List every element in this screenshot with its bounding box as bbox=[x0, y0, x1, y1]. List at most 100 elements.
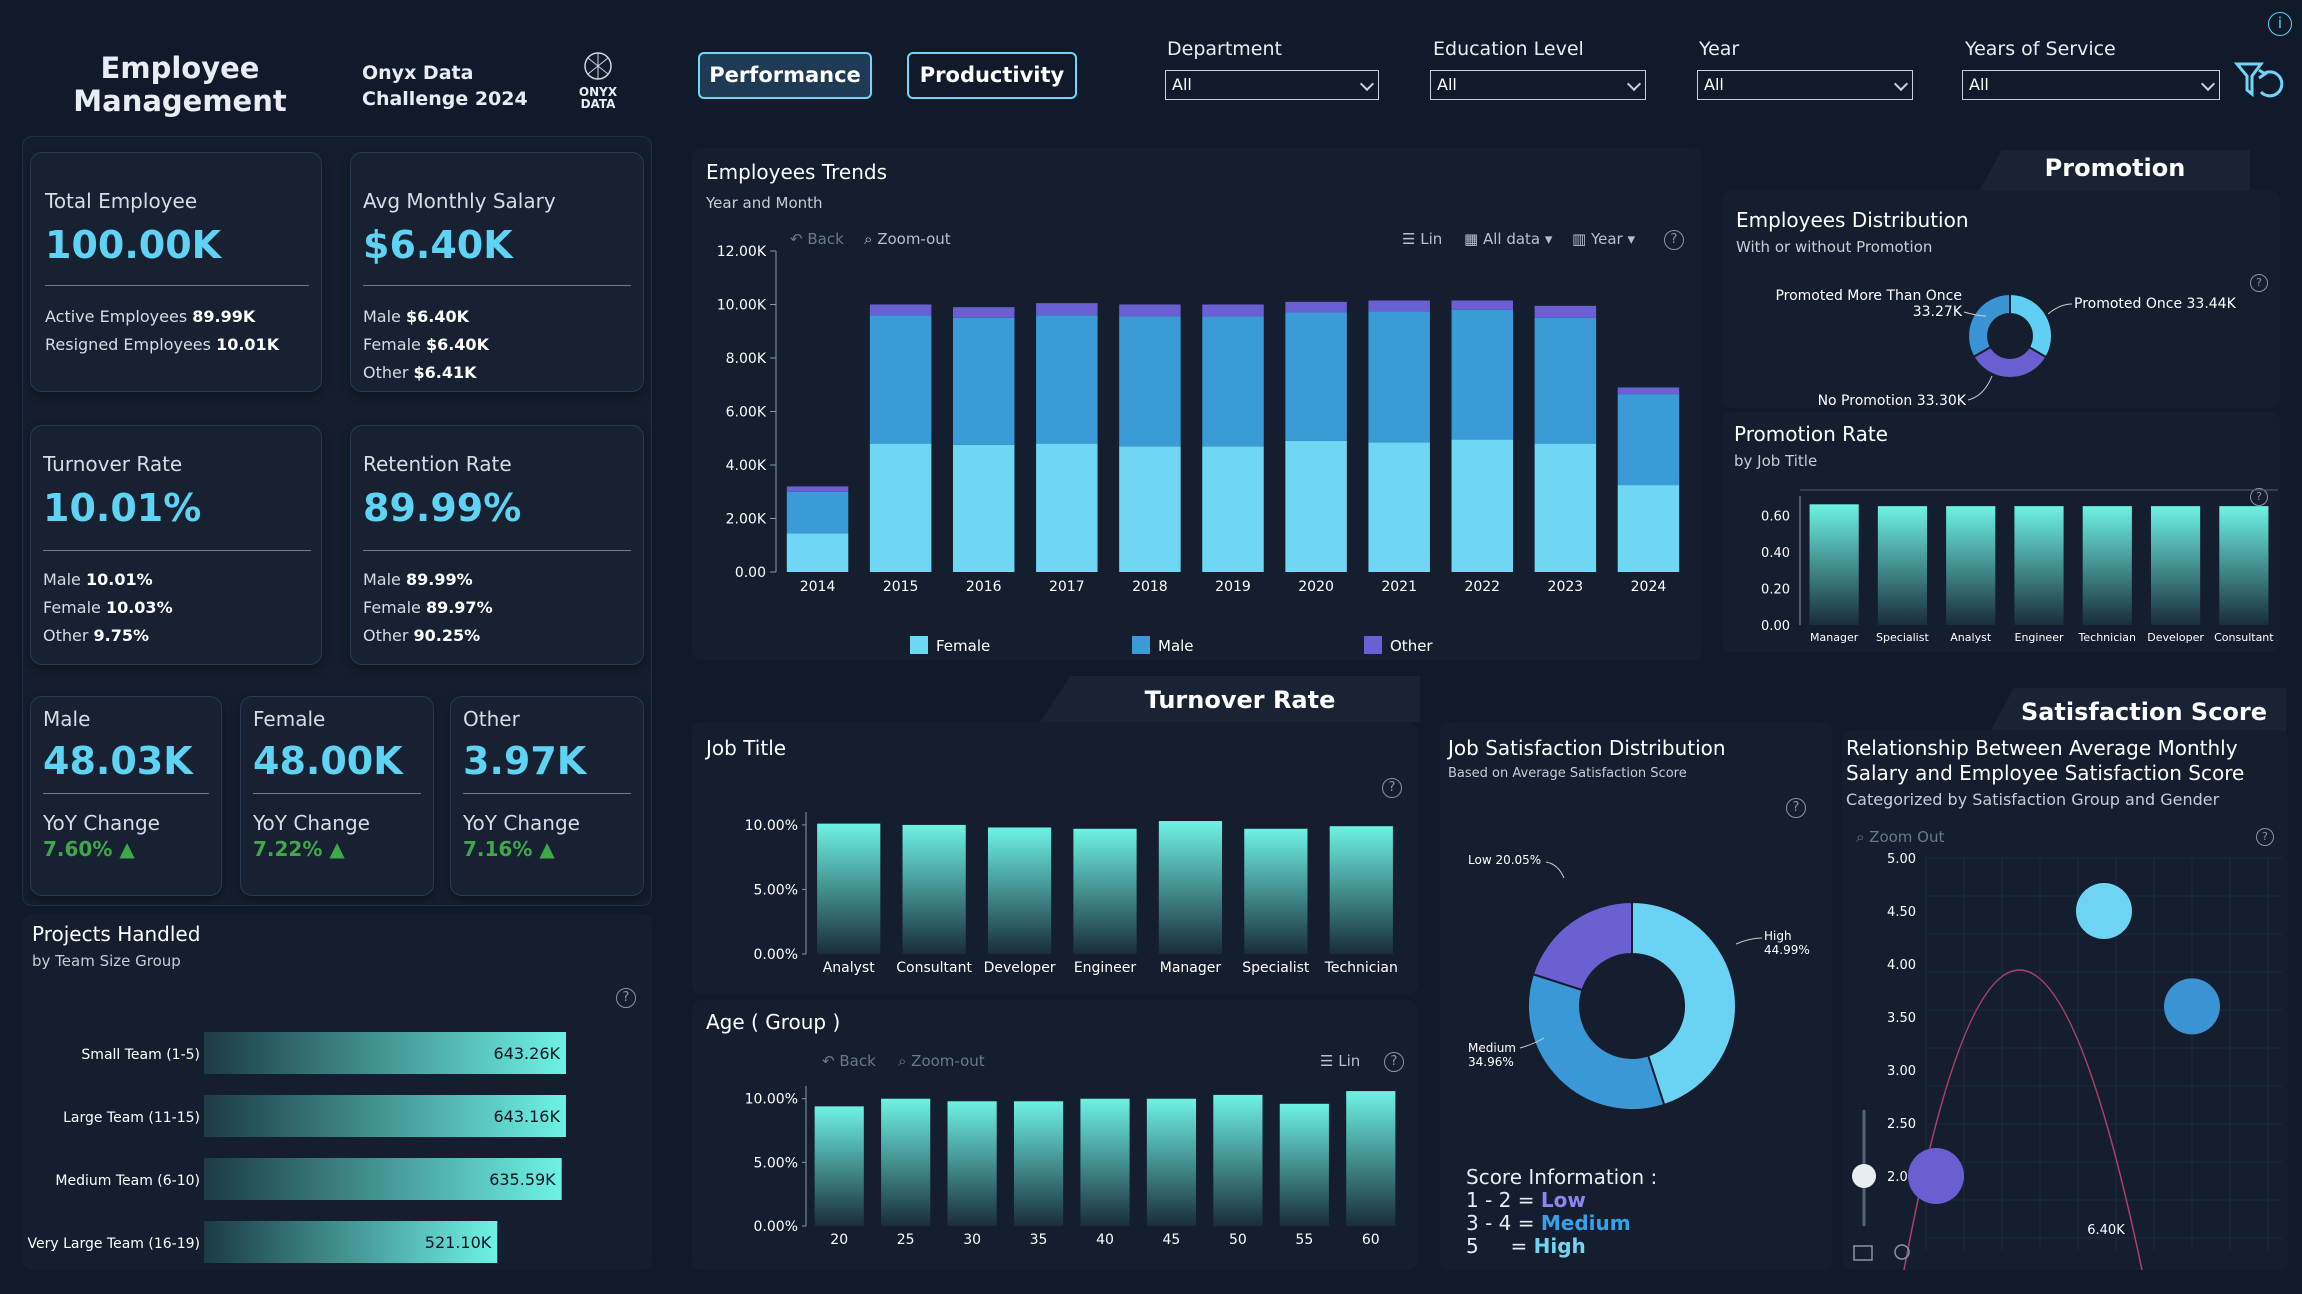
y-tick-label: 0.20 bbox=[1761, 582, 1790, 597]
turnover-job-chart: 0.00% 5.00% 10.00% Analyst Consultant Develop… bbox=[745, 812, 1398, 976]
legend-swatch bbox=[1132, 636, 1150, 654]
slider-handle[interactable] bbox=[1852, 1164, 1876, 1188]
bar bbox=[1213, 1094, 1263, 1226]
tick-label: Small Team (1-5) bbox=[81, 1047, 200, 1063]
tick-label: Very Large Team (16-19) bbox=[28, 1236, 201, 1252]
satisfaction-tab[interactable]: Satisfaction Score bbox=[2006, 698, 2282, 726]
bar-segment bbox=[1036, 315, 1098, 444]
year-select[interactable]: All bbox=[1697, 70, 1913, 100]
reset-filter-icon[interactable] bbox=[2233, 58, 2285, 102]
info-icon[interactable]: i bbox=[2268, 12, 2292, 36]
y-tick-label: 0.00% bbox=[754, 947, 798, 963]
up-arrow-icon: ▲ bbox=[539, 837, 555, 861]
bar-segment bbox=[869, 304, 932, 316]
kpi-label: Avg Monthly Salary bbox=[363, 189, 556, 213]
x-tick-label: 2019 bbox=[1215, 579, 1251, 595]
x-tick-label: Analyst bbox=[823, 960, 875, 976]
kpi-label: Total Employee bbox=[45, 189, 198, 213]
bar-segment bbox=[952, 317, 1015, 445]
bar bbox=[2219, 506, 2269, 625]
bar-segment bbox=[1451, 309, 1514, 440]
turnover-age-panel: Age ( Group ) ↶ Back ⌕ Zoom-out ☰ Lin ? … bbox=[692, 1000, 1418, 1270]
x-tick-label: 2023 bbox=[1548, 579, 1584, 595]
education-select[interactable]: All bbox=[1430, 70, 1646, 100]
bar bbox=[1329, 826, 1393, 954]
bar-segment bbox=[1202, 316, 1264, 447]
x-tick-label: Consultant bbox=[2214, 631, 2274, 644]
y-tick-label: 2.00K bbox=[726, 512, 767, 528]
bar-segment bbox=[1202, 304, 1264, 317]
female-card: Female 48.00K YoY Change 7.22% ▲ bbox=[240, 696, 434, 896]
bar-segment bbox=[1285, 301, 1347, 313]
donut-slice bbox=[1531, 900, 1633, 992]
bar-segment bbox=[1368, 300, 1430, 312]
data-label: 643.16K bbox=[493, 1107, 560, 1126]
year-label: Year bbox=[1699, 38, 1740, 60]
bar-segment bbox=[1285, 440, 1347, 572]
legend-label: Other bbox=[1390, 637, 1433, 655]
bar bbox=[987, 827, 1052, 954]
legend-swatch bbox=[910, 636, 928, 654]
kpi-label: Retention Rate bbox=[363, 452, 512, 476]
y-tick-label: 10.00K bbox=[717, 298, 767, 314]
other-card: Other 3.97K YoY Change 7.16% ▲ bbox=[450, 696, 644, 896]
leader-line bbox=[1545, 861, 1565, 879]
bar bbox=[1244, 828, 1308, 954]
bar-segment bbox=[1119, 446, 1181, 572]
turnover-tab[interactable]: Turnover Rate bbox=[1080, 686, 1400, 714]
bar-segment bbox=[1285, 312, 1347, 441]
bar bbox=[902, 824, 966, 954]
x-tick-label: 25 bbox=[897, 1232, 915, 1248]
bar bbox=[2014, 506, 2064, 625]
x-tick-label: Analyst bbox=[1950, 631, 1992, 644]
up-arrow-icon: ▲ bbox=[329, 837, 345, 861]
productivity-button[interactable]: Productivity bbox=[907, 52, 1077, 99]
kpi-value: 10.01% bbox=[43, 486, 202, 530]
x-tick-label: Engineer bbox=[1074, 960, 1137, 976]
kpi-label: Turnover Rate bbox=[43, 452, 183, 476]
x-tick-label: 2014 bbox=[800, 579, 836, 595]
x-tick-label: 20 bbox=[830, 1232, 848, 1248]
performance-button[interactable]: Performance bbox=[698, 52, 872, 99]
male-card: Male 48.03K YoY Change 7.60% ▲ bbox=[30, 696, 222, 896]
bar bbox=[2150, 506, 2201, 625]
bar-segment bbox=[1036, 303, 1098, 316]
x-tick-label: Specialist bbox=[1242, 960, 1310, 976]
job-satisfaction-panel: Job Satisfaction Distribution Based on A… bbox=[1440, 722, 1832, 1270]
x-tick-label: Technician bbox=[1324, 960, 1398, 976]
legend-label: Female bbox=[936, 637, 990, 655]
x-tick-label: Specialist bbox=[1876, 631, 1929, 644]
y-tick-label: 3.00 bbox=[1887, 1064, 1916, 1079]
y-tick-label: 0.60 bbox=[1761, 509, 1790, 524]
promotion-donut: Promoted More Than Once33.27K Promoted On… bbox=[1775, 288, 2236, 408]
x-tick-label: Developer bbox=[2147, 631, 2204, 644]
x-tick-label: 2024 bbox=[1631, 579, 1667, 595]
y-tick-label: 10.00% bbox=[745, 818, 798, 834]
data-label: 44.99% bbox=[1764, 943, 1810, 957]
x-tick-label: 45 bbox=[1163, 1232, 1181, 1248]
tick-label: Large Team (11-15) bbox=[63, 1110, 200, 1126]
satisfaction-panel: Relationship Between Average Monthly Sala… bbox=[1842, 730, 2288, 1270]
bar bbox=[1013, 1101, 1064, 1226]
legend-swatch bbox=[1364, 636, 1382, 654]
x-tick-label: 2021 bbox=[1381, 579, 1417, 595]
x-tick-label: 2022 bbox=[1464, 579, 1500, 595]
app-title: Employee Management bbox=[73, 51, 287, 118]
leader-line bbox=[1735, 937, 1763, 945]
department-select[interactable]: All bbox=[1165, 70, 1379, 100]
donut-slice bbox=[1967, 292, 2011, 359]
avg-salary-card: Avg Monthly Salary $6.40K Male $6.40K Fe… bbox=[350, 152, 644, 392]
service-select[interactable]: All bbox=[1962, 70, 2220, 100]
y-tick-label: 2.50 bbox=[1887, 1117, 1916, 1132]
bar-segment bbox=[1617, 394, 1680, 486]
y-tick-label: 3.50 bbox=[1887, 1011, 1916, 1026]
y-tick-label: 10.00% bbox=[745, 1092, 798, 1108]
data-label: 635.59K bbox=[489, 1170, 556, 1189]
bar bbox=[817, 823, 881, 954]
promotion-rate-panel: Promotion Rate by Job Title ? 0.00 0.20 0.… bbox=[1722, 412, 2280, 652]
score-info: Score Information : 1 - 2 = Low 3 - 4 = … bbox=[1466, 1165, 1658, 1258]
image-export-icon[interactable] bbox=[1853, 1245, 1873, 1261]
scatter-point bbox=[2076, 883, 2132, 939]
bar-segment bbox=[1534, 305, 1597, 318]
promotion-tab[interactable]: Promotion bbox=[2010, 154, 2220, 182]
